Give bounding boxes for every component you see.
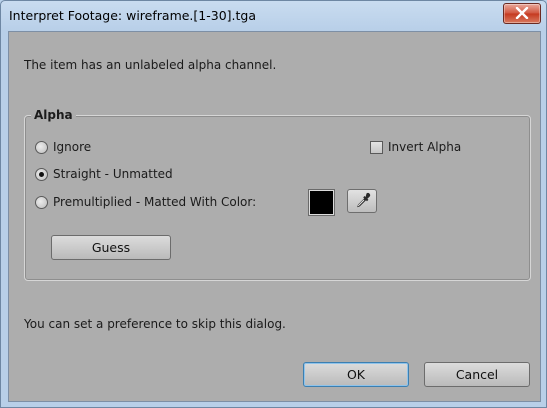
footer-hint: You can set a preference to skip this di… bbox=[24, 317, 286, 331]
invert-alpha-label: Invert Alpha bbox=[388, 140, 462, 154]
dialog-body: The item has an unlabeled alpha channel.… bbox=[8, 31, 541, 402]
close-icon bbox=[515, 7, 529, 19]
eyedropper-icon bbox=[357, 192, 371, 208]
dialog-window: Interpret Footage: wireframe.[1-30].tga … bbox=[0, 0, 547, 408]
invert-alpha-checkbox[interactable]: Invert Alpha bbox=[370, 140, 461, 154]
radio-premultiplied[interactable]: Premultiplied - Matted With Color: bbox=[35, 195, 256, 209]
matte-color-swatch[interactable] bbox=[309, 190, 334, 215]
radio-button[interactable] bbox=[35, 195, 48, 209]
window-title: Interpret Footage: wireframe.[1-30].tga bbox=[9, 8, 256, 23]
title-bar[interactable]: Interpret Footage: wireframe.[1-30].tga bbox=[1, 1, 546, 31]
radio-ignore-label: Ignore bbox=[53, 140, 92, 154]
radio-straight-unmatted[interactable]: Straight - Unmatted bbox=[35, 167, 173, 181]
info-message: The item has an unlabeled alpha channel. bbox=[24, 58, 277, 72]
radio-straight-label: Straight - Unmatted bbox=[53, 167, 173, 181]
cancel-button[interactable]: Cancel bbox=[424, 362, 530, 387]
eyedropper-button[interactable] bbox=[347, 189, 377, 213]
close-button[interactable] bbox=[503, 3, 541, 24]
radio-button[interactable] bbox=[35, 140, 48, 154]
radio-premultiplied-label: Premultiplied - Matted With Color: bbox=[53, 195, 257, 209]
ok-button[interactable]: OK bbox=[303, 362, 409, 387]
radio-button[interactable] bbox=[35, 167, 48, 181]
radio-ignore[interactable]: Ignore bbox=[35, 140, 91, 154]
alpha-group-legend: Alpha bbox=[31, 108, 76, 122]
guess-button[interactable]: Guess bbox=[51, 235, 171, 260]
checkbox-box[interactable] bbox=[370, 140, 383, 154]
